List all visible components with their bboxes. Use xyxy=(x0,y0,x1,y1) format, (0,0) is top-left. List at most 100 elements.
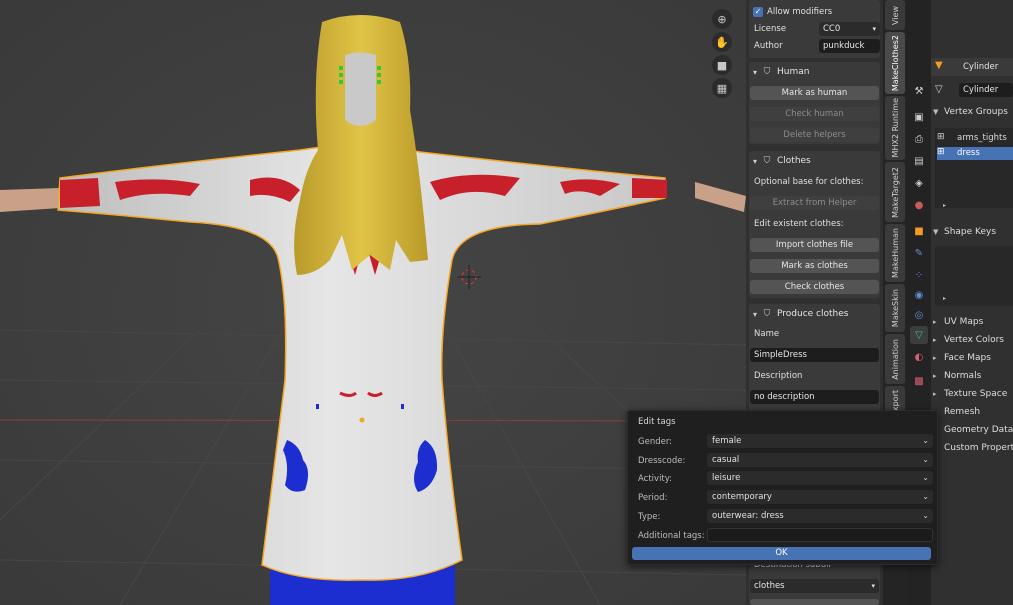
section-title: Texture Space xyxy=(944,389,1008,399)
object-icon[interactable]: ■ xyxy=(910,222,928,240)
object-icon: ▼ xyxy=(935,60,943,71)
mark-as-clothes-button[interactable]: Mark as clothes xyxy=(750,259,879,273)
allow-modifiers-checkbox[interactable]: ✓ xyxy=(753,7,763,17)
tab-view[interactable]: View xyxy=(885,0,905,30)
mesh-name-row: ▽ Cylinder xyxy=(931,82,1013,98)
custom-properties-header[interactable]: ▸Custom Properties xyxy=(933,443,1013,453)
check-human-button[interactable]: Check human xyxy=(750,107,879,121)
shape-keys-list[interactable]: ▸ xyxy=(935,246,1013,306)
chevron-down-icon: ⌄ xyxy=(922,511,929,520)
mark-as-human-button[interactable]: Mark as human xyxy=(750,86,879,100)
section-title: Face Maps xyxy=(944,353,991,363)
normals-header[interactable]: ▸ Normals xyxy=(933,371,981,381)
mesh-data-icon[interactable]: ▽ xyxy=(910,326,928,344)
chevron-down-icon: ▼ xyxy=(933,108,939,116)
produce-clothes-header[interactable]: ▾ ⛉ Produce clothes xyxy=(749,305,848,323)
tab-mhx2-runtime[interactable]: MHX2 Runtime xyxy=(885,96,905,160)
shape-keys-title: Shape Keys xyxy=(944,227,997,237)
chevron-down-icon: ⌄ xyxy=(922,455,929,464)
section-title: Remesh xyxy=(944,407,981,417)
pan-hand-icon[interactable]: ✋ xyxy=(712,32,732,52)
material-icon[interactable]: ◐ xyxy=(910,348,928,366)
tab-label: Animation xyxy=(890,338,900,380)
extract-from-helper-button[interactable]: Extract from Helper xyxy=(750,196,879,210)
vertex-colors-header[interactable]: ▸ Vertex Colors xyxy=(933,335,1004,345)
tab-animation[interactable]: Animation xyxy=(885,334,905,384)
license-label: License xyxy=(754,24,787,34)
license-value: CC0 xyxy=(823,24,841,34)
produce-button-partial[interactable] xyxy=(750,599,879,605)
vertex-group-icon: ⊞ xyxy=(937,132,945,142)
human-title: Human xyxy=(777,67,810,77)
vertex-group-name: arms_tights xyxy=(957,133,1007,143)
physics-icon[interactable]: ◉ xyxy=(910,286,928,304)
import-clothes-file-button[interactable]: Import clothes file xyxy=(750,238,879,252)
shape-keys-header[interactable]: ▼ Shape Keys xyxy=(933,227,996,237)
view-layer-icon[interactable]: ▤ xyxy=(910,152,928,170)
camera-icon[interactable]: ■ xyxy=(712,55,732,75)
world-icon[interactable]: ● xyxy=(910,196,928,214)
grid-view-icon[interactable]: ▦ xyxy=(712,78,732,98)
camera-glyph: ■ xyxy=(716,58,728,72)
name-field[interactable]: SimpleDress xyxy=(750,348,879,362)
license-select[interactable]: CC0 ▾ xyxy=(819,22,880,36)
shirt-icon: ⛉ xyxy=(763,309,771,319)
additional-tags-label: Additional tags: xyxy=(638,531,705,541)
tab-makehuman[interactable]: MakeHuman xyxy=(885,224,905,282)
texture-icon[interactable]: ▩ xyxy=(910,372,928,390)
modifier-wrench-icon[interactable]: ✎ xyxy=(910,244,928,262)
tab-maketarget2[interactable]: MakeTarget2 xyxy=(885,162,905,222)
human-header[interactable]: ▾ ⛉ Human xyxy=(749,63,809,81)
description-field[interactable]: no description xyxy=(750,390,879,404)
section-title: Custom Properties xyxy=(944,443,1013,453)
section-title: Geometry Data xyxy=(944,425,1013,435)
tab-label: View xyxy=(890,5,900,25)
chevron-right-icon: ▸ xyxy=(933,354,937,362)
produce-clothes-title: Produce clothes xyxy=(777,309,849,319)
check-clothes-button[interactable]: Check clothes xyxy=(750,280,879,294)
face-maps-header[interactable]: ▸ Face Maps xyxy=(933,353,991,363)
properties-panel: ▼ Cylinder ▽ Cylinder ▼ Vertex Groups ⊞ a… xyxy=(931,0,1013,605)
ok-button[interactable]: OK xyxy=(632,547,931,560)
tool-icon[interactable]: ⚒ xyxy=(910,82,928,100)
object-origin xyxy=(359,417,365,423)
additional-tags-field[interactable] xyxy=(707,528,933,542)
list-item[interactable]: ⊞ arms_tights xyxy=(937,132,1013,145)
collapse-icon: ▾ xyxy=(752,67,757,77)
delete-helpers-button[interactable]: Delete helpers xyxy=(750,128,879,142)
tab-makeskin[interactable]: MakeSkin xyxy=(885,284,905,332)
output-icon[interactable]: ⎙ xyxy=(910,130,928,148)
tab-makeclothes2[interactable]: MakeClothes2 xyxy=(885,32,905,94)
list-expand-icon[interactable]: ▸ xyxy=(943,295,946,302)
period-select[interactable]: contemporary ⌄ xyxy=(707,490,933,504)
texture-space-header[interactable]: ▸ Texture Space xyxy=(933,389,1007,399)
particles-icon[interactable]: ⁘ xyxy=(910,266,928,284)
scene-icon[interactable]: ◈ xyxy=(910,174,928,192)
geometry-data-header[interactable]: ▸Geometry Data xyxy=(933,425,1013,435)
vertex-groups-header[interactable]: ▼ Vertex Groups xyxy=(933,107,1008,117)
vertex-groups-list[interactable]: ⊞ arms_tights ⊞ dress ▸ xyxy=(935,128,1013,209)
render-icon[interactable]: ▣ xyxy=(910,108,928,126)
destination-subdir-select[interactable]: clothes ▾ xyxy=(750,579,879,593)
shirt-icon: ⛉ xyxy=(763,67,771,77)
mesh-icon: ▽ xyxy=(935,84,943,95)
shirt-icon: ⛉ xyxy=(763,156,771,166)
grid-glyph: ▦ xyxy=(716,81,728,95)
gender-select[interactable]: female ⌄ xyxy=(707,434,933,448)
constraints-icon[interactable]: ◎ xyxy=(910,306,928,324)
activity-select[interactable]: leisure ⌄ xyxy=(707,471,933,485)
type-select[interactable]: outerwear: dress ⌄ xyxy=(707,509,933,523)
remesh-header[interactable]: ▸Remesh xyxy=(933,407,980,417)
chevron-down-icon: ⌄ xyxy=(922,492,929,501)
face xyxy=(345,52,376,126)
dresscode-select[interactable]: casual ⌄ xyxy=(707,453,933,467)
clothes-header[interactable]: ▾ ⛉ Clothes xyxy=(749,152,811,170)
zoom-icon[interactable]: ⊕ xyxy=(712,9,732,29)
uv-maps-header[interactable]: ▸ UV Maps xyxy=(933,317,983,327)
chevron-right-icon: ▸ xyxy=(933,336,937,344)
list-item[interactable]: ⊞ dress xyxy=(937,147,1013,160)
chevron-down-icon: ▼ xyxy=(933,228,939,236)
mesh-name-field[interactable]: Cylinder xyxy=(959,83,1013,97)
list-expand-icon[interactable]: ▸ xyxy=(943,202,946,209)
author-field[interactable]: punkduck xyxy=(819,39,880,53)
